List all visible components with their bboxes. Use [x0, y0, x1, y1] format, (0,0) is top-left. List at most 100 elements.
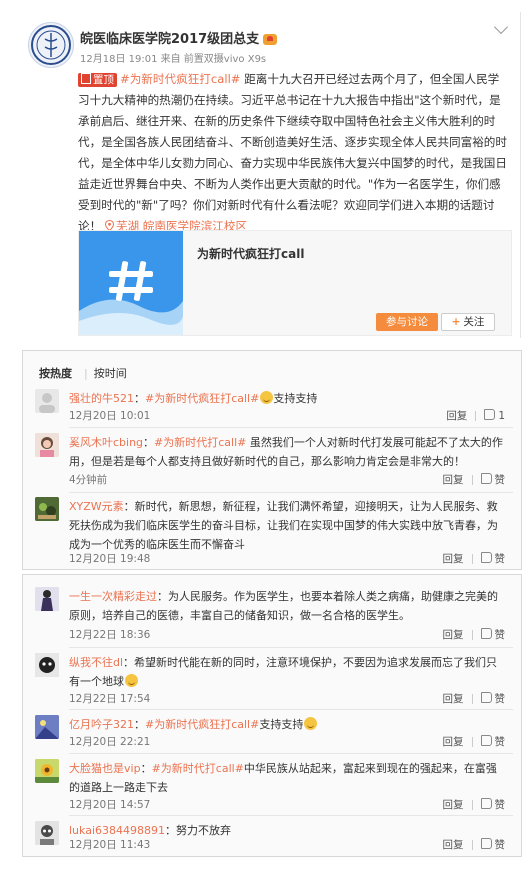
comment-actions: 回复 赞 [443, 797, 505, 812]
like-button[interactable]: 1 [484, 409, 505, 422]
reply-button[interactable]: 回复 [443, 799, 464, 811]
comment-time: 12月20日 19:48 [69, 553, 151, 565]
thumbs-up-icon [484, 409, 496, 420]
like-button[interactable]: 赞 [480, 735, 505, 748]
reply-button[interactable]: 回复 [443, 839, 464, 851]
comment-text: XYZW元素：新时代，新思想，新征程，让我们满怀希望，迎接明天，让为人民服务、救… [69, 500, 498, 551]
reply-button[interactable]: 回复 [443, 553, 464, 565]
comment-actions: 回复 赞 [443, 551, 505, 566]
comment-username[interactable]: 强壮的牛521 [69, 392, 134, 405]
thumbs-up-icon [480, 838, 492, 849]
tab-sort-time[interactable]: 按时间 [94, 367, 127, 380]
comment-text: 奚风木叶cbing：#为新时代打call# 虽然我们一个人对新时代打发展可能起不… [69, 436, 503, 468]
topic-card[interactable]: 为新时代疯狂打call 参与讨论 + 关注 [78, 230, 512, 336]
comment-username[interactable]: 一生一次精彩走过 [69, 590, 157, 603]
comment-item: 纵我不往dl：希望新时代能在新的同时，注意环境保护，不要因为追求发展而忘了我们只… [35, 653, 509, 711]
thumbs-up-icon [480, 798, 492, 809]
comment-time: 12月20日 10:01 [69, 410, 151, 422]
like-button[interactable]: 赞 [480, 473, 505, 486]
comment-item: 一生一次精彩走过：为人民服务。作为医学生，也要本着除人类之病痛，助健康之完美的原… [35, 587, 509, 645]
comment-text: 强壮的牛521：#为新时代疯狂打call# 支持支持 [69, 391, 318, 405]
comment-actions: 回复 赞 [443, 691, 505, 706]
topic-image [79, 231, 183, 335]
comment-text: 大脸猫也是vip：#为新时代打call#中华民族从站起来，富起来到现在的强起来，… [69, 762, 497, 794]
comment-username[interactable]: XYZW元素 [69, 500, 124, 513]
avatar[interactable] [35, 821, 59, 845]
comment-actions: 回复 赞 [443, 734, 505, 749]
comment-text: 纵我不往dl：希望新时代能在新的同时，注意环境保护，不要因为追求发展而忘了我们只… [69, 656, 498, 688]
vip-badge-icon [263, 34, 278, 45]
comment-actions: 回复 赞 [443, 627, 505, 642]
tab-sort-hot[interactable]: 按热度 [39, 367, 72, 380]
post-text: 距离十九大召开已经过去两个月了，但全国人民学习十九大精神的热潮仍在持续。习近平总… [78, 72, 507, 233]
comment-username[interactable]: 奚风木叶cbing [69, 436, 143, 449]
comment-topic-link[interactable]: #为新时代疯狂打call# [145, 718, 259, 731]
thumbs-up-icon [480, 552, 492, 563]
follow-button[interactable]: + 关注 [441, 313, 495, 331]
comment-section-top: 按热度 | 按时间 强壮的牛521：#为新时代疯狂打call# 支持支持 12月20日… [22, 350, 522, 570]
reply-button[interactable]: 回复 [443, 736, 464, 748]
comment-username[interactable]: 亿月吟子321 [69, 718, 134, 731]
comment-time: 12月22日 17:54 [69, 693, 151, 705]
avatar[interactable] [35, 715, 59, 739]
comment-text: 一生一次精彩走过：为人民服务。作为医学生，也要本着除人类之病痛，助健康之完美的原… [69, 590, 498, 622]
comment-item: 亿月吟子321：#为新时代疯狂打call#支持支持 12月20日 22:21 回… [35, 715, 509, 755]
author-name[interactable]: 皖医临床医学院2017级团总支 [80, 28, 278, 47]
reply-button[interactable]: 回复 [443, 474, 464, 486]
pin-icon [81, 73, 91, 84]
comment-text: 亿月吟子321：#为新时代疯狂打call#支持支持 [69, 715, 505, 734]
smile-emoji-icon [304, 717, 318, 730]
reply-button[interactable]: 回复 [446, 410, 467, 422]
comment-username[interactable]: lukai6384498891 [69, 824, 165, 837]
thumbs-up-icon [480, 473, 492, 484]
comment-item: lukai6384498891：努力不放弃 12月20日 11:43 回复赞 [35, 821, 509, 855]
reply-button[interactable]: 回复 [443, 629, 464, 641]
comment-time: 12月20日 14:57 [69, 799, 151, 811]
avatar[interactable] [35, 587, 59, 611]
comment-section-bottom: 一生一次精彩走过：为人民服务。作为医学生，也要本着除人类之病痛，助健康之完美的原… [22, 574, 522, 857]
avatar[interactable] [35, 433, 59, 457]
comment-time: 12月22日 18:36 [69, 629, 151, 641]
comment-topic-link[interactable]: #为新时代疯狂打call# [145, 392, 259, 405]
comment-actions: 回复 赞 [443, 837, 505, 852]
like-button[interactable]: 赞 [480, 628, 505, 641]
like-button[interactable]: 赞 [480, 838, 505, 851]
post-body: 置顶 #为新时代疯狂打call# 距离十九大召开已经过去两个月了，但全国人民学习十… [78, 69, 510, 237]
author-avatar[interactable] [28, 22, 74, 68]
avatar[interactable] [35, 497, 59, 521]
like-button[interactable]: 赞 [480, 552, 505, 565]
comment-actions: 回复 赞 [443, 472, 505, 487]
comment-sort-tabs: 按热度 | 按时间 [39, 367, 127, 380]
comment-item: 强壮的牛521：#为新时代疯狂打call# 支持支持 12月20日 10:01 回… [35, 389, 509, 427]
pinned-badge: 置顶 [78, 73, 117, 87]
smile-emoji-icon [260, 391, 274, 404]
join-discussion-button[interactable]: 参与讨论 [376, 313, 438, 331]
plus-icon: + [451, 316, 461, 328]
comment-time: 4分钟前 [69, 474, 108, 486]
weibo-post: 皖医临床医学院2017级团总支 12月18日 19:01 来自 前置双摄vivo… [22, 12, 521, 338]
chevron-down-icon[interactable] [493, 19, 509, 35]
post-meta: 12月18日 19:01 来自 前置双摄vivo X9s [80, 54, 267, 65]
topic-title[interactable]: 为新时代疯狂打call [197, 245, 304, 262]
thumbs-up-icon [480, 628, 492, 639]
topic-link[interactable]: #为新时代疯狂打call# [120, 72, 241, 86]
comment-topic-link[interactable]: #为新时代打call# [154, 436, 246, 449]
avatar[interactable] [35, 653, 59, 677]
avatar[interactable] [35, 389, 59, 413]
comment-username[interactable]: 大脸猫也是vip [69, 762, 141, 775]
comment-item: XYZW元素：新时代，新思想，新征程，让我们满怀希望，迎接明天，让为人民服务、救… [35, 497, 509, 565]
comment-time: 12月20日 22:21 [69, 736, 151, 748]
comment-item: 奚风木叶cbing：#为新时代打call# 虽然我们一个人对新时代打发展可能起不… [35, 433, 509, 491]
thumbs-up-icon [480, 692, 492, 703]
reply-button[interactable]: 回复 [443, 693, 464, 705]
thumbs-up-icon [480, 735, 492, 746]
comment-username[interactable]: 纵我不往dl [69, 656, 123, 669]
comment-item: 大脸猫也是vip：#为新时代打call#中华民族从站起来，富起来到现在的强起来，… [35, 759, 509, 815]
like-button[interactable]: 赞 [480, 692, 505, 705]
smile-emoji-icon [125, 674, 138, 687]
comment-topic-link[interactable]: #为新时代打call# [152, 762, 244, 775]
comment-actions: 回复 1 [446, 408, 505, 423]
comment-time: 12月20日 11:43 [69, 839, 151, 851]
like-button[interactable]: 赞 [480, 798, 505, 811]
avatar[interactable] [35, 759, 59, 783]
